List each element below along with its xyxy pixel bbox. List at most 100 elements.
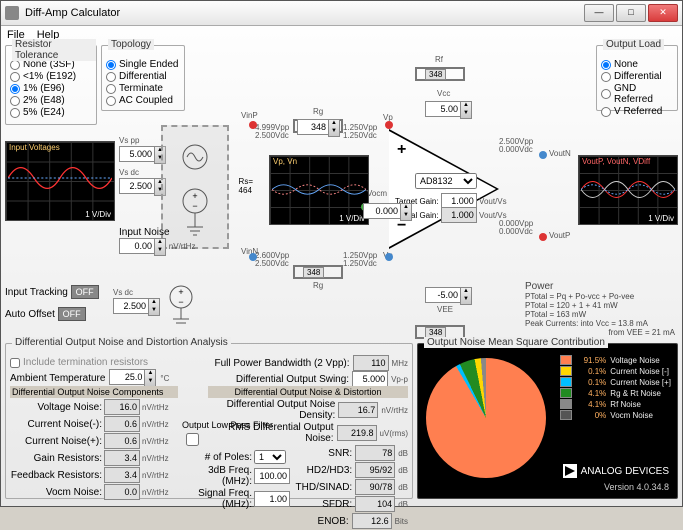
vcc-value[interactable]: 5.00 bbox=[425, 101, 460, 117]
noise-row-1: Current Noise(-):0.6nV/rtHz bbox=[10, 416, 178, 432]
ambient-label: Ambient Temperature bbox=[10, 373, 105, 384]
tol-opt-4[interactable]: 5% (E24) bbox=[10, 107, 92, 118]
swing-label: Differential Output Swing: bbox=[199, 374, 349, 385]
node-voutp bbox=[539, 233, 547, 241]
offset-toggle[interactable]: OFF bbox=[58, 307, 86, 321]
offset-vsdc-spinner[interactable]: 2.500▲▼ bbox=[113, 298, 160, 316]
minimize-button[interactable]: — bbox=[584, 4, 614, 22]
vee-spin[interactable]: ▲▼ bbox=[460, 287, 472, 305]
legend-row-5: 0%Vocm Noise bbox=[560, 410, 671, 420]
topo-opt-radio-2[interactable] bbox=[106, 84, 116, 94]
node-vinp bbox=[249, 121, 257, 129]
load-opt-0[interactable]: None bbox=[601, 59, 673, 70]
vee-value[interactable]: -5.00 bbox=[425, 287, 460, 303]
term-checkbox[interactable] bbox=[10, 358, 20, 368]
maximize-button[interactable]: □ bbox=[616, 4, 646, 22]
tol-opt-2[interactable]: 1% (E96) bbox=[10, 83, 92, 94]
vee-label: VEE bbox=[437, 305, 453, 314]
tracking-toggle[interactable]: OFF bbox=[71, 285, 99, 299]
scope-out[interactable]: VoutP, VoutN, VDiff 1 V/Div bbox=[578, 155, 678, 225]
noise-spin[interactable]: ▲▼ bbox=[154, 238, 166, 256]
lpf-checkbox[interactable] bbox=[186, 433, 199, 446]
brand-text: ANALOG DEVICES bbox=[581, 466, 669, 477]
vsdc-value[interactable]: 2.500 bbox=[119, 178, 154, 194]
tol-opt-radio-3[interactable] bbox=[10, 96, 20, 106]
offset-vsdc-spin[interactable]: ▲▼ bbox=[148, 298, 160, 316]
topo-opt-0[interactable]: Single Ended bbox=[106, 59, 180, 70]
vs-dc-block: Vs dc 2.500▲▼ bbox=[119, 167, 166, 196]
vinp-vdc: 2.500Vdc bbox=[255, 131, 289, 140]
topo-opt-radio-0[interactable] bbox=[106, 60, 116, 70]
load-opt-radio-3[interactable] bbox=[601, 107, 611, 117]
topo-opt-2[interactable]: Terminate bbox=[106, 83, 180, 94]
tol-opt-3[interactable]: 2% (E48) bbox=[10, 95, 92, 106]
tgain-unit: Vout/Vs bbox=[479, 197, 507, 206]
load-opt-radio-2[interactable] bbox=[601, 89, 611, 99]
voutn-label: VoutN bbox=[549, 149, 571, 158]
vs-pp-block: Vs pp 5.000▲▼ bbox=[119, 135, 166, 164]
brand-row: ANALOG DEVICES bbox=[563, 464, 669, 478]
node-vp bbox=[385, 121, 393, 129]
tol-opt-radio-2[interactable] bbox=[10, 84, 20, 94]
offset-source-icon: +− bbox=[161, 277, 211, 331]
load-opt-3[interactable]: V Referred bbox=[601, 106, 673, 117]
voutp-vdc: 0.000Vdc bbox=[499, 227, 533, 236]
tracking-row: Input Tracking OFF bbox=[5, 285, 99, 299]
tol-opt-radio-0[interactable] bbox=[10, 60, 20, 70]
load-opt-radio-0[interactable] bbox=[601, 60, 611, 70]
vocm-value[interactable]: 0.000 bbox=[363, 203, 400, 219]
fp-value: 110 bbox=[353, 355, 389, 371]
rg-top-spin[interactable]: ▲▼ bbox=[328, 119, 340, 137]
vsdc-label: Vs dc bbox=[119, 168, 139, 177]
titlebar[interactable]: Diff-Amp Calculator — □ ✕ bbox=[1, 1, 682, 26]
fp-label: Full Power Bandwidth (2 Vpp): bbox=[200, 358, 350, 369]
wave-input bbox=[8, 152, 112, 204]
topo-opt-radio-3[interactable] bbox=[106, 96, 116, 106]
voutp-label: VoutP bbox=[549, 231, 570, 240]
part-select[interactable]: AD8132 bbox=[415, 173, 477, 189]
vp-vdc: 1.250Vdc bbox=[343, 131, 377, 140]
scope-out-title: VoutP, VoutN, VDiff bbox=[582, 157, 650, 166]
legend-row-1: 0.1%Current Noise [-] bbox=[560, 366, 671, 376]
fp-unit: MHz bbox=[392, 359, 408, 368]
tol-opt-radio-1[interactable] bbox=[10, 72, 20, 82]
noise-value[interactable]: 0.00 bbox=[119, 238, 154, 254]
rg-top-value[interactable]: 348 bbox=[297, 119, 328, 135]
offset-vsdc-value[interactable]: 2.500 bbox=[113, 298, 148, 314]
vsdc-spinner[interactable]: 2.500▲▼ bbox=[119, 178, 166, 196]
vspp-spinner[interactable]: 5.000▲▼ bbox=[119, 146, 166, 164]
dist-row-6: ENOB:12.6Bits bbox=[208, 513, 408, 529]
rg-top-spinner[interactable]: 348▲▼ bbox=[297, 119, 340, 137]
tol-opt-radio-4[interactable] bbox=[10, 108, 20, 118]
tol-opt-1[interactable]: <1% (E192) bbox=[10, 71, 92, 82]
topo-opt-3[interactable]: AC Coupled bbox=[106, 95, 180, 106]
swing-unit: Vp-p bbox=[391, 375, 408, 384]
noise-spinner[interactable]: 0.00▲▼ bbox=[119, 238, 166, 256]
dist-row-2: SNR:78dB bbox=[208, 445, 408, 461]
vocm-spin[interactable]: ▲▼ bbox=[400, 203, 412, 221]
close-button[interactable]: ✕ bbox=[648, 4, 678, 22]
window-title: Diff-Amp Calculator bbox=[25, 7, 582, 19]
ambient-spinner[interactable]: 25.0▲▼ bbox=[109, 369, 156, 387]
vocm-spinner[interactable]: 0.000▲▼ bbox=[363, 203, 412, 221]
power-l4: Peak Currents: into Vcc = 13.8 mA bbox=[525, 319, 675, 328]
load-opt-1[interactable]: Differential bbox=[601, 71, 673, 82]
noise-components: Differential Output Noise Components Vol… bbox=[10, 386, 178, 501]
scope-input[interactable]: Input Voltages 1 V/Div bbox=[5, 141, 115, 221]
swing-value[interactable]: 5.000 bbox=[352, 371, 388, 387]
vspp-value[interactable]: 5.000 bbox=[119, 146, 154, 162]
power-title: Power bbox=[525, 281, 675, 292]
ambient-value[interactable]: 25.0 bbox=[109, 369, 144, 385]
vee-spinner[interactable]: -5.00▲▼ bbox=[425, 287, 472, 305]
ambient-spin[interactable]: ▲▼ bbox=[144, 369, 156, 387]
topo-opt-1[interactable]: Differential bbox=[106, 71, 180, 82]
app-window: Diff-Amp Calculator — □ ✕ File Help Resi… bbox=[0, 0, 683, 507]
vcc-spinner[interactable]: 5.00▲▼ bbox=[425, 101, 472, 119]
load-opt-radio-1[interactable] bbox=[601, 72, 611, 82]
topo-opt-radio-1[interactable] bbox=[106, 72, 116, 82]
power-l1: PTotal = Pq + Po-vcc + Po-vee bbox=[525, 292, 675, 301]
vcc-spin[interactable]: ▲▼ bbox=[460, 101, 472, 119]
rg-bot-value: 348 bbox=[303, 267, 324, 278]
load-opt-2[interactable]: GND Referred bbox=[601, 83, 673, 105]
content: Resistor Tolerance None (3SF)<1% (E192)1… bbox=[5, 45, 678, 502]
